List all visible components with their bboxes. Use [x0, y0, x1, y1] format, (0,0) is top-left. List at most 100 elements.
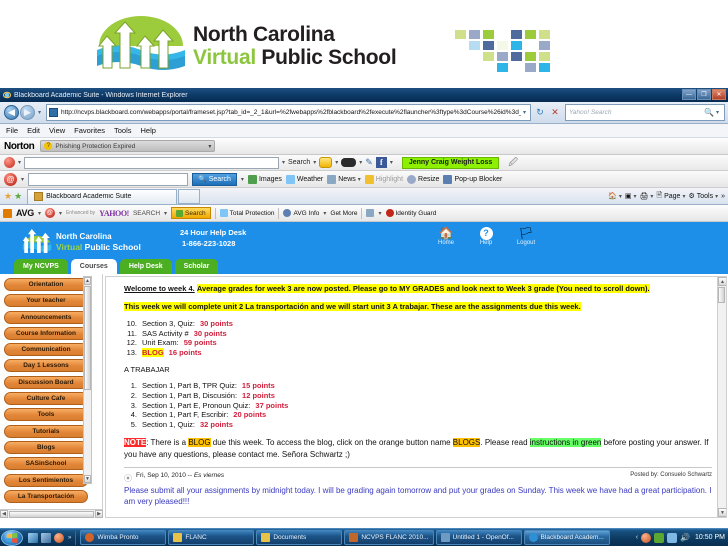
tab-my-ncvps[interactable]: My NCVPS	[14, 259, 68, 274]
nav-la-transportacion[interactable]: La Transportación	[4, 489, 88, 503]
toolbar1-brand-icon[interactable]	[4, 157, 15, 168]
smiley-caret-icon[interactable]: ▾	[335, 159, 338, 166]
toolbar2-item-images[interactable]: Images	[247, 174, 282, 184]
paperclip-icon[interactable]: 🖉	[508, 155, 518, 171]
search-icon[interactable]: 🔍	[704, 108, 714, 117]
avg-extra-icon[interactable]	[366, 209, 375, 217]
toolbar1-search-label[interactable]: Search	[288, 159, 310, 166]
taskbar-item-blackboard[interactable]: Blackboard Academ...	[523, 530, 610, 545]
menu-help[interactable]: Help	[141, 126, 156, 135]
tools-menu-button[interactable]: ⚙ Tools ▾	[688, 192, 718, 201]
facebook-caret-icon[interactable]: ▾	[390, 159, 393, 166]
browser-tab-blackboard[interactable]: Blackboard Academic Suite	[27, 188, 178, 204]
toolbar2-item-news[interactable]: News ▾	[327, 174, 361, 184]
tab-courses[interactable]: Courses	[70, 259, 117, 274]
show-desktop-icon[interactable]	[28, 532, 38, 543]
maximize-button[interactable]: ❐	[697, 89, 711, 100]
header-logout-button[interactable]: 🏳 Logout	[514, 227, 538, 247]
nav-orientation[interactable]: Orientation	[4, 278, 88, 291]
toolbar-overflow-icon[interactable]: »	[721, 193, 725, 200]
address-dropdown-icon[interactable]: ▾	[521, 109, 528, 116]
menu-edit[interactable]: Edit	[27, 126, 40, 135]
toolbar2-brand-icon[interactable]: @	[4, 172, 17, 186]
toolbar2-item-resize[interactable]: Resize	[407, 174, 439, 184]
page-menu-button[interactable]: 🖹 Page ▾	[656, 191, 685, 202]
tray-app-icon[interactable]	[641, 532, 652, 543]
jenny-craig-ad-button[interactable]: Jenny Craig Weight Loss	[401, 156, 500, 169]
taskbar-item-documents[interactable]: Documents	[256, 530, 343, 545]
toolbar2-item-popup-blocker[interactable]: Pop-up Blocker	[443, 174, 502, 184]
quick-launch-app-icon[interactable]	[54, 532, 64, 543]
refresh-button[interactable]: ↻	[533, 106, 547, 120]
taskbar-item-openoffice[interactable]: Untitled 1 - OpenOf...	[435, 530, 522, 545]
nav-scrollbar-thumb[interactable]	[84, 286, 91, 390]
chevron-down-icon[interactable]: ▾	[18, 159, 21, 166]
nav-day-1-lessons[interactable]: Day 1 Lessons	[4, 359, 88, 373]
nav-communication[interactable]: Communication	[4, 343, 88, 357]
print-caret-icon[interactable]: ▾	[650, 193, 653, 200]
avg-extra-caret-icon[interactable]: ▾	[378, 210, 381, 217]
scroll-up-icon[interactable]: ▲	[84, 277, 91, 285]
content-scroll-up-icon[interactable]: ▲	[718, 277, 726, 286]
header-help-button[interactable]: ? Help	[474, 227, 498, 246]
toolbar1-input-caret-icon[interactable]: ▾	[282, 159, 285, 166]
tab-scholar[interactable]: Scholar	[174, 259, 219, 274]
toolbar2-brand-caret-icon[interactable]: ▾	[21, 176, 24, 183]
taskbar-item-flanc[interactable]: FLANC	[168, 530, 255, 545]
glasses-icon[interactable]	[341, 158, 357, 167]
header-home-button[interactable]: 🏠 Home	[434, 227, 458, 247]
nav-sasinschool[interactable]: SASinSchool	[4, 457, 88, 471]
clock[interactable]: 10:50 PM	[695, 534, 725, 541]
norton-status-chip[interactable]: ? Phishing Protection Expired ▾	[40, 140, 216, 152]
address-bar[interactable]: http://ncvps.blackboard.com/webapps/port…	[46, 104, 531, 121]
toolbar2-search-caret-icon[interactable]: ▾	[241, 176, 244, 183]
nav-tools[interactable]: Tools	[4, 408, 88, 422]
volume-icon[interactable]: 🔊	[680, 533, 690, 543]
avg-info-caret-icon[interactable]: ▾	[323, 210, 326, 217]
nav-tutorials[interactable]: Tutorials	[4, 424, 88, 438]
scroll-right-icon[interactable]: ▶	[95, 510, 103, 518]
pen-icon[interactable]: ✎	[365, 157, 373, 168]
tray-expand-icon[interactable]: ‹	[636, 534, 638, 541]
nav-hscrollbar-thumb[interactable]	[9, 510, 94, 518]
chevron-down-icon[interactable]: ▾	[208, 143, 211, 150]
scroll-down-icon[interactable]: ▼	[84, 475, 91, 483]
feeds-caret-icon[interactable]: ▾	[634, 193, 637, 200]
start-button[interactable]	[1, 529, 23, 546]
search-provider-caret-icon[interactable]: ▾	[714, 109, 721, 116]
feeds-button-icon[interactable]: ▣ ▾	[625, 192, 637, 200]
menu-tools[interactable]: Tools	[114, 126, 132, 135]
print-button-icon[interactable]: 🖨 ▾	[640, 192, 654, 200]
nav-horizontal-scrollbar[interactable]: ◀ ▶	[0, 509, 103, 518]
toolbar1-search-input[interactable]	[24, 156, 280, 169]
back-button[interactable]: ◀	[4, 105, 19, 120]
menu-file[interactable]: File	[6, 126, 18, 135]
avg-brand-caret-icon[interactable]: ▾	[38, 210, 41, 217]
content-vertical-scrollbar[interactable]: ▲ ▼	[717, 277, 726, 517]
quick-launch-overflow-icon[interactable]: »	[68, 535, 71, 541]
forward-button[interactable]: ▶	[20, 105, 35, 120]
toolbar1-search-caret-icon[interactable]: ▾	[313, 159, 316, 166]
avg-search-brand-caret-icon[interactable]: ▾	[59, 210, 62, 217]
avg-search-button[interactable]: Search	[171, 207, 211, 219]
toolbar2-search-button[interactable]: 🔍 Search	[192, 172, 237, 186]
home-button-icon[interactable]: 🏠 ▾	[608, 192, 622, 200]
taskbar-item-ncvps-flanc[interactable]: NCVPS FLANC 2010...	[344, 530, 434, 545]
close-button[interactable]: ✕	[712, 89, 726, 100]
minimize-button[interactable]: —	[682, 89, 696, 100]
content-scrollbar-thumb[interactable]	[718, 287, 725, 303]
glasses-caret-icon[interactable]: ▾	[359, 159, 362, 166]
browser-search-box[interactable]: Yahoo! Search 🔍 ▾	[565, 104, 725, 121]
avg-item-total-protection[interactable]: Total Protection	[219, 209, 274, 217]
avg-item-avg-info[interactable]: AVG Info	[283, 209, 319, 217]
tools-caret-icon[interactable]: ▾	[715, 193, 718, 200]
taskbar-item-wimba-pronto[interactable]: Wimba Pronto	[80, 530, 167, 545]
tab-help-desk[interactable]: Help Desk	[119, 259, 172, 274]
page-caret-icon[interactable]: ▾	[682, 193, 685, 200]
nav-vertical-scrollbar[interactable]: ▲ ▼	[83, 276, 92, 484]
home-caret-icon[interactable]: ▾	[619, 193, 622, 200]
network-icon[interactable]	[667, 532, 678, 543]
toolbar2-item-weather[interactable]: Weather	[285, 174, 323, 184]
menu-view[interactable]: View	[49, 126, 65, 135]
news-caret-icon[interactable]: ▾	[358, 176, 361, 183]
